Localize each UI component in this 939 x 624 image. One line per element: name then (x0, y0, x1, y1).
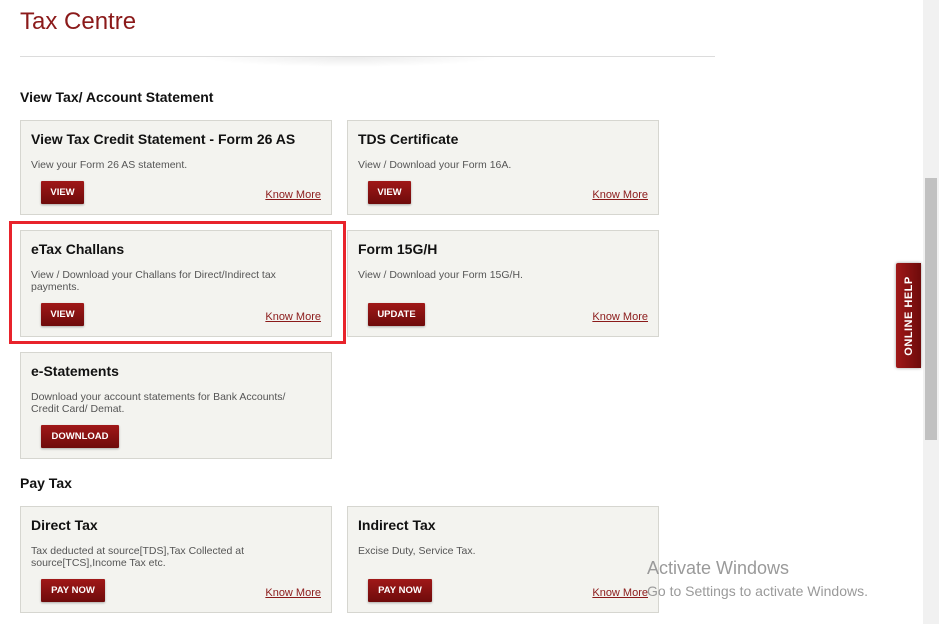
activate-windows-watermark-subtitle: Go to Settings to activate Windows. (647, 583, 868, 599)
activate-windows-watermark-title: Activate Windows (647, 558, 790, 578)
card-etax-challans: eTax Challans View / Download your Chall… (20, 230, 332, 337)
card-tds-certificate: TDS Certificate View / Download your For… (347, 120, 659, 215)
know-more-link[interactable]: Know More (592, 311, 648, 323)
view-tds-certificate-button[interactable]: VIEW (368, 181, 411, 204)
update-form-15gh-button[interactable]: UPDATE (368, 303, 425, 326)
pay-direct-tax-button[interactable]: PAY NOW (41, 579, 105, 602)
know-more-link[interactable]: Know More (265, 587, 321, 599)
card-title: Direct Tax (31, 517, 98, 533)
card-title: TDS Certificate (358, 131, 459, 147)
pay-indirect-tax-button[interactable]: PAY NOW (368, 579, 432, 602)
card-description: Download your account statements for Ban… (31, 391, 286, 415)
card-description: View / Download your Challans for Direct… (31, 269, 276, 293)
card-description: Tax deducted at source[TDS],Tax Collecte… (31, 545, 245, 569)
section-heading-view-statement: View Tax/ Account Statement (20, 89, 214, 105)
know-more-link[interactable]: Know More (592, 189, 648, 201)
online-help-tab[interactable]: ONLINE HELP (896, 263, 921, 368)
know-more-link[interactable]: Know More (592, 587, 648, 599)
title-divider-shadow (200, 57, 500, 67)
card-title: Indirect Tax (358, 517, 436, 533)
card-e-statements: e-Statements Download your account state… (20, 352, 332, 459)
online-help-label: ONLINE HELP (902, 275, 915, 356)
view-form-26as-button[interactable]: VIEW (41, 181, 84, 204)
card-description: View your Form 26 AS statement. (31, 159, 188, 171)
download-e-statements-button[interactable]: DOWNLOAD (41, 425, 119, 448)
view-etax-challans-button[interactable]: VIEW (41, 303, 84, 326)
card-title: View Tax Credit Statement - Form 26 AS (31, 131, 296, 147)
page-title: Tax Centre (20, 8, 137, 35)
scrollbar-thumb[interactable] (925, 178, 937, 440)
card-indirect-tax: Indirect Tax Excise Duty, Service Tax. P… (347, 506, 659, 613)
section-heading-pay-tax: Pay Tax (20, 475, 72, 491)
card-direct-tax: Direct Tax Tax deducted at source[TDS],T… (20, 506, 332, 613)
card-title: e-Statements (31, 363, 119, 379)
know-more-link[interactable]: Know More (265, 189, 321, 201)
card-form-15gh: Form 15G/H View / Download your Form 15G… (347, 230, 659, 337)
know-more-link[interactable]: Know More (265, 311, 321, 323)
card-description: View / Download your Form 15G/H. (358, 269, 523, 281)
card-title: Form 15G/H (358, 241, 438, 257)
card-form-26as: View Tax Credit Statement - Form 26 AS V… (20, 120, 332, 215)
card-description: View / Download your Form 16A. (358, 159, 512, 171)
card-title: eTax Challans (31, 241, 125, 257)
card-description: Excise Duty, Service Tax. (358, 545, 476, 557)
